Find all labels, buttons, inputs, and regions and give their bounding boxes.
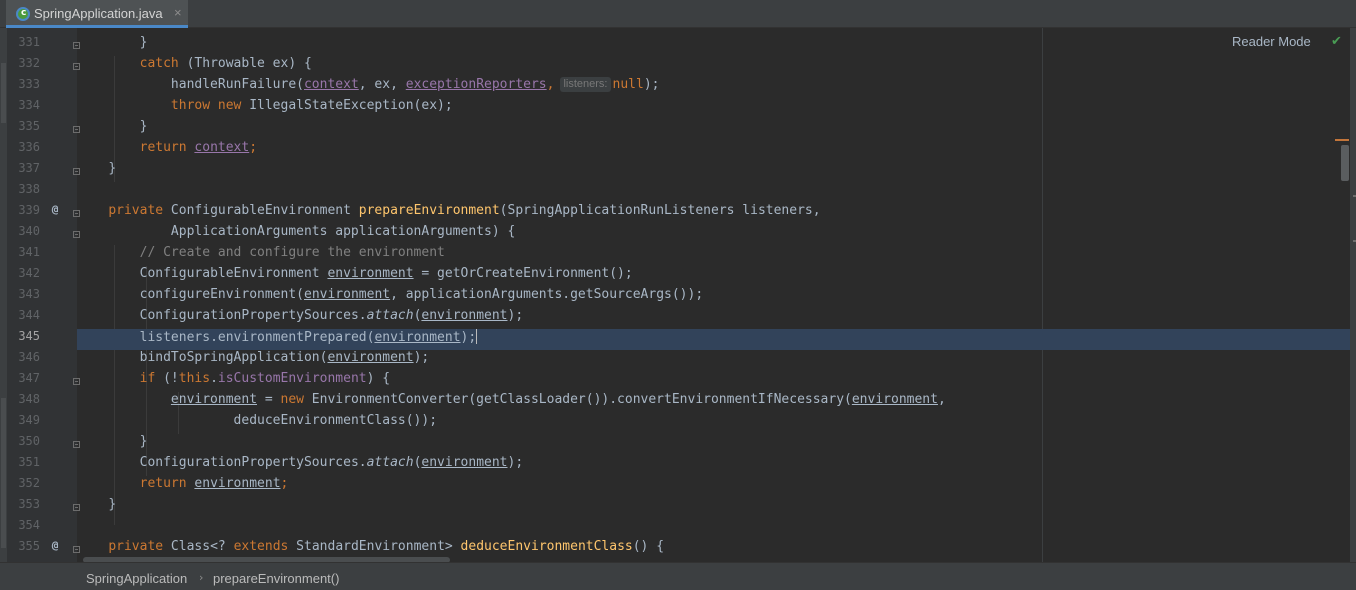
code-line: ConfigurableEnvironment environment = ge… [139,266,633,281]
code-line: } [108,497,117,512]
line-number: 334 [18,98,40,112]
code-editor[interactable]: } catch (Throwable ex) { handleRunFailur… [77,28,1350,562]
tool-window-stripe[interactable] [1,398,6,548]
line-number: 346 [18,350,40,364]
line-number: 352 [18,476,40,490]
code-line: handleRunFailure(context, ex, exceptionR… [170,77,660,92]
code-line: private ConfigurableEnvironment prepareE… [108,203,821,218]
line-number: 355 [18,539,40,553]
line-number: 335 [18,119,40,133]
tab-title: SpringApplication.java [34,6,163,21]
line-number: 348 [18,392,40,406]
code-line: catch (Throwable ex) { [139,56,312,71]
override-method-icon[interactable]: @ [49,203,61,224]
chevron-right-icon: › [199,571,204,584]
code-line: ConfigurationPropertySources.attach(envi… [139,455,524,470]
code-line: return environment; [139,476,289,491]
code-line: if (!this.isCustomEnvironment) { [139,371,391,386]
reader-mode-toggle[interactable]: Reader Mode [1232,34,1311,49]
code-line-current: listeners.environmentPrepared(environmen… [77,329,1350,350]
error-stripe-marker[interactable] [1335,139,1349,141]
text-caret [476,329,478,344]
check-icon[interactable]: ✔ [1331,34,1342,49]
close-icon[interactable]: × [174,5,182,20]
line-number: 338 [18,182,40,196]
code-line: } [139,434,148,449]
line-number: 341 [18,245,40,259]
line-number: 350 [18,434,40,448]
vertical-scrollbar-thumb[interactable] [1341,145,1349,181]
tab-spring-application[interactable]: c SpringApplication.java × [6,0,188,28]
line-number: 342 [18,266,40,280]
spring-java-class-icon: c [16,7,30,21]
breadcrumb: SpringApplication › prepareEnvironment() [0,562,1356,590]
inlay-parameter-hint: listeners: [560,77,611,92]
override-method-icon[interactable]: @ [49,539,61,560]
line-number: 332 [18,56,40,70]
code-line: } [139,35,148,50]
line-number: 331 [18,35,40,49]
line-number: 353 [18,497,40,511]
code-line: deduceEnvironmentClass()); [233,413,438,428]
line-number: 351 [18,455,40,469]
code-line: ApplicationArguments applicationArgument… [170,224,516,239]
code-line: throw new IllegalStateException(ex); [170,98,453,113]
editor-gutter[interactable]: 331 332 333 334 335 336 337 338 339 340 … [7,28,80,562]
line-number: 337 [18,161,40,175]
line-number: 344 [18,308,40,322]
editor-tab-bar: c SpringApplication.java × [0,0,1356,28]
code-line: // Create and configure the environment [139,245,445,260]
line-number: 339 [18,203,40,217]
left-tool-strip [0,28,7,574]
breadcrumb-item-method[interactable]: prepareEnvironment() [213,571,339,586]
code-line: return context; [139,140,258,155]
line-number: 340 [18,224,40,238]
code-line: environment = new EnvironmentConverter(g… [170,392,946,407]
code-line: bindToSpringApplication(environment); [139,350,430,365]
line-number: 333 [18,77,40,91]
tool-window-stripe[interactable] [1,63,6,123]
line-number: 349 [18,413,40,427]
code-line: } [108,161,117,176]
line-number: 336 [18,140,40,154]
line-number: 354 [18,518,40,532]
code-line: ConfigurationPropertySources.attach(envi… [139,308,524,323]
line-number: 343 [18,287,40,301]
code-line: configureEnvironment(environment, applic… [139,287,704,302]
right-tool-strip [1350,28,1356,574]
breadcrumb-item-class[interactable]: SpringApplication [86,571,187,586]
line-number: 347 [18,371,40,385]
line-number-current: 345 [18,329,40,343]
code-line: } [139,119,148,134]
